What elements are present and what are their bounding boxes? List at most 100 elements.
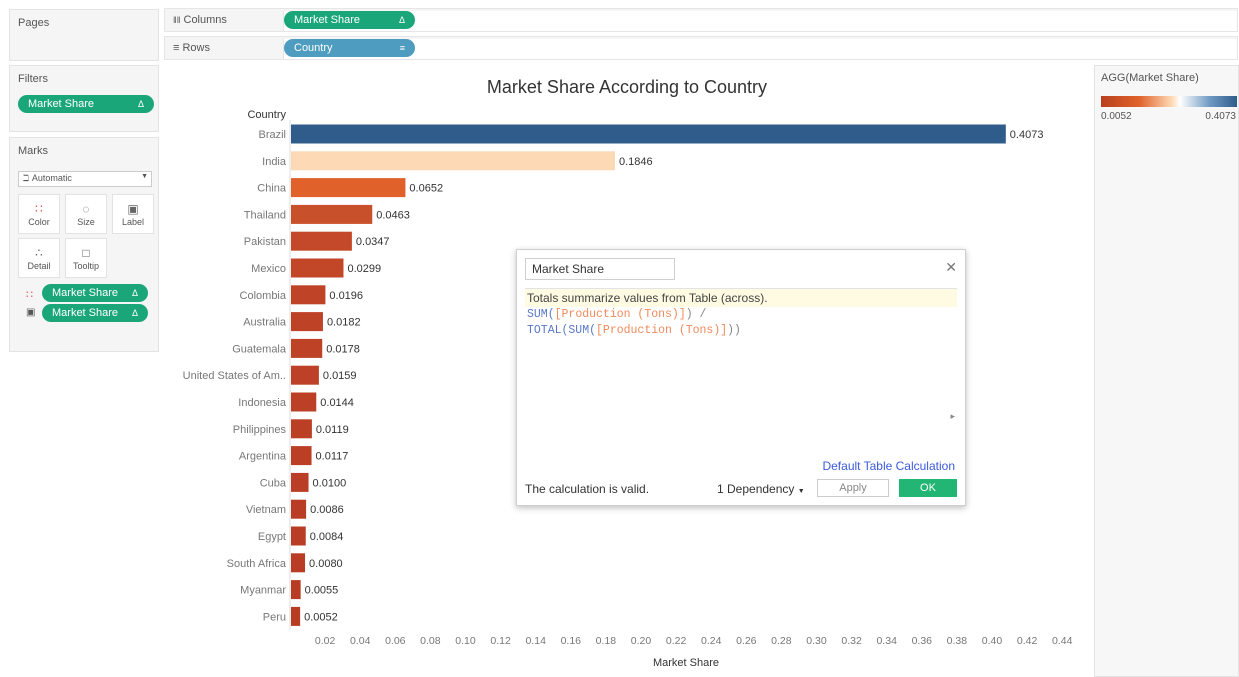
calculation-status: The calculation is valid.	[525, 482, 650, 496]
data-label: 0.0299	[347, 263, 381, 275]
category-label: Colombia	[240, 290, 287, 302]
bar[interactable]	[291, 312, 323, 332]
formula-editor[interactable]: Totals summarize values from Table (acro…	[525, 288, 957, 448]
bar[interactable]	[291, 606, 301, 626]
x-tick-label: 0.44	[1052, 635, 1073, 647]
data-label: 0.0159	[323, 370, 357, 382]
filters-panel: Filters Market Share Δ	[9, 65, 159, 132]
category-label: Thailand	[244, 209, 286, 221]
bar[interactable]	[291, 258, 344, 278]
ok-button[interactable]: OK	[899, 479, 957, 497]
bar-chart-icon: ℶ	[23, 173, 30, 183]
rows-field[interactable]	[283, 39, 1237, 59]
x-tick-label: 0.16	[561, 635, 582, 647]
bar[interactable]	[291, 285, 326, 305]
filter-pill-market-share[interactable]: Market Share Δ	[18, 95, 154, 113]
x-tick-label: 0.42	[1017, 635, 1038, 647]
marks-color-pill-market-share[interactable]: Market Share Δ	[42, 284, 148, 302]
columns-label: ‖‖ Columns	[173, 14, 227, 26]
calculation-name-input[interactable]: Market Share	[525, 258, 675, 280]
rows-pill-country[interactable]: Country ≡	[284, 39, 415, 57]
data-label: 0.0119	[316, 424, 349, 436]
legend-max: 0.4073	[1205, 111, 1236, 122]
columns-pill-market-share[interactable]: Market Share Δ	[284, 11, 415, 29]
bar[interactable]	[291, 553, 306, 573]
mark-type-select[interactable]: ℶ Automatic ▼	[18, 171, 152, 187]
marks-title: Marks	[18, 145, 48, 157]
sort-descending-icon[interactable]: ≡	[400, 43, 405, 53]
category-label: China	[257, 183, 287, 195]
bar[interactable]	[291, 580, 301, 600]
bar[interactable]	[291, 419, 312, 439]
chevron-down-icon: ▼	[141, 173, 148, 180]
x-tick-label: 0.06	[385, 635, 406, 647]
rows-icon: ≡	[173, 42, 180, 54]
bar[interactable]	[291, 338, 323, 358]
marks-tooltip-button[interactable]: □ Tooltip	[65, 238, 107, 278]
category-label: Vietnam	[246, 504, 286, 516]
color-dots-icon: ∷	[26, 289, 33, 301]
apply-button[interactable]: Apply	[817, 479, 889, 497]
marks-detail-button[interactable]: ∴ Detail	[18, 238, 60, 278]
legend-color-ramp[interactable]	[1101, 96, 1237, 107]
bar[interactable]	[291, 472, 309, 492]
x-tick-label: 0.10	[455, 635, 476, 647]
x-tick-label: 0.02	[315, 635, 336, 647]
bar[interactable]	[291, 526, 306, 546]
x-tick-label: 0.14	[525, 635, 546, 647]
category-label: Brazil	[258, 129, 286, 141]
category-label: Argentina	[239, 451, 287, 463]
filters-title: Filters	[18, 73, 48, 85]
calculation-dialog[interactable]: Market Share ✕ Totals summarize values f…	[516, 249, 966, 506]
data-label: 0.4073	[1010, 129, 1044, 141]
data-label: 0.0178	[326, 343, 360, 355]
data-label: 0.0086	[310, 504, 344, 516]
bar[interactable]	[291, 499, 307, 519]
x-tick-label: 0.32	[841, 635, 862, 647]
bar[interactable]	[291, 124, 1006, 144]
delta-icon: Δ	[137, 99, 144, 109]
data-label: 0.0100	[313, 477, 347, 489]
x-tick-label: 0.12	[490, 635, 511, 647]
bar[interactable]	[291, 365, 319, 385]
bar[interactable]	[291, 231, 352, 251]
dependency-dropdown[interactable]: 1 Dependency ▼	[717, 482, 805, 496]
bar[interactable]	[291, 446, 312, 466]
legend-min: 0.0052	[1101, 111, 1132, 122]
marks-label-pill-market-share[interactable]: Market Share Δ	[42, 304, 148, 322]
bar[interactable]	[291, 392, 317, 412]
bar[interactable]	[291, 151, 615, 171]
marks-color-button[interactable]: ∷ Color	[18, 194, 60, 234]
marks-size-button[interactable]: ◌ Size	[65, 194, 107, 234]
close-icon[interactable]: ✕	[945, 259, 957, 276]
category-label: Cuba	[260, 477, 287, 489]
category-label: South Africa	[227, 558, 287, 570]
legend-title: AGG(Market Share)	[1101, 72, 1199, 84]
x-tick-label: 0.40	[982, 635, 1003, 647]
bar[interactable]	[291, 178, 406, 198]
y-axis-title: Country	[247, 109, 286, 121]
x-tick-label: 0.26	[736, 635, 757, 647]
marks-label-button[interactable]: ▣ Label	[112, 194, 154, 234]
chevron-down-icon: ▼	[797, 488, 805, 495]
x-tick-label: 0.20	[631, 635, 652, 647]
legend-panel: AGG(Market Share) 0.0052 0.4073	[1094, 65, 1239, 677]
expand-arrow-icon[interactable]: ▸	[950, 411, 955, 422]
data-label: 0.0080	[309, 558, 343, 570]
columns-field[interactable]	[283, 11, 1237, 31]
category-label: Indonesia	[238, 397, 287, 409]
pages-panel: Pages	[9, 9, 159, 61]
bar[interactable]	[291, 204, 373, 224]
default-table-calculation-link[interactable]: Default Table Calculation	[822, 459, 955, 473]
category-label: Myanmar	[240, 585, 286, 597]
data-label: 0.0144	[320, 397, 354, 409]
chart-title: Market Share According to Country	[487, 77, 767, 97]
data-label: 0.1846	[619, 156, 653, 168]
category-label: Egypt	[258, 531, 286, 543]
data-label: 0.0652	[409, 183, 443, 195]
x-tick-label: 0.24	[701, 635, 722, 647]
formula-hint: Totals summarize values from Table (acro…	[525, 289, 957, 307]
columns-icon: ‖‖	[173, 15, 181, 25]
x-tick-label: 0.08	[420, 635, 441, 647]
x-tick-label: 0.36	[912, 635, 933, 647]
